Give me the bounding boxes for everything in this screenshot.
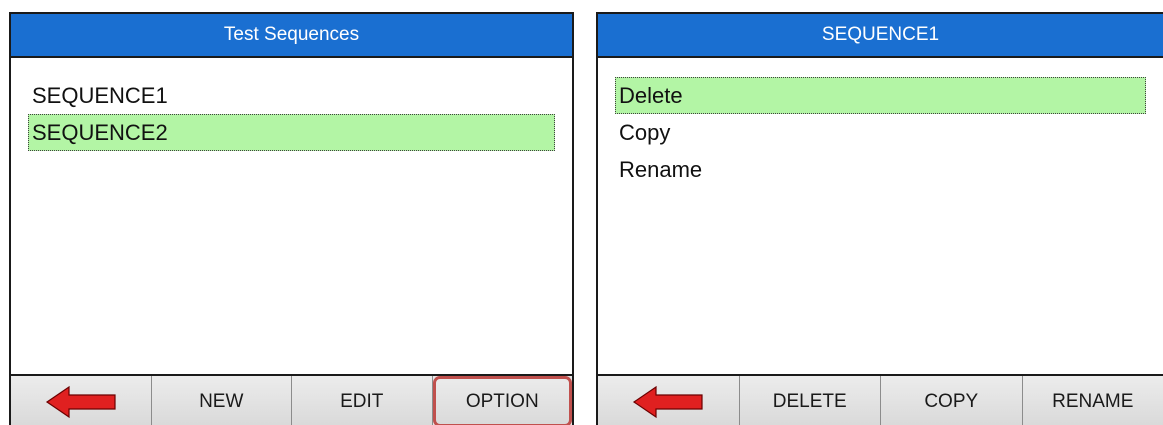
back-button[interactable] [11,376,152,425]
softkey-toolbar: NEW EDIT OPTION [11,374,572,425]
red-left-arrow-icon [633,385,703,418]
option-list: Delete Copy Rename [598,58,1163,188]
copy-button[interactable]: COPY [881,376,1023,425]
list-item-sequence1[interactable]: SEQUENCE1 [28,77,555,114]
delete-button[interactable]: DELETE [739,376,881,425]
test-sequences-screen: Test Sequences SEQUENCE1 SEQUENCE2 NEW E… [9,12,574,425]
list-item-copy[interactable]: Copy [615,114,1146,151]
new-button[interactable]: NEW [151,376,292,425]
sequence-list: SEQUENCE1 SEQUENCE2 [11,58,572,151]
back-button[interactable] [598,376,740,425]
softkey-toolbar: DELETE COPY RENAME [598,374,1163,425]
rename-button[interactable]: RENAME [1022,376,1163,425]
list-item-delete[interactable]: Delete [615,77,1146,114]
screen-title: Test Sequences [11,14,572,58]
edit-button[interactable]: EDIT [292,376,433,425]
screen-title: SEQUENCE1 [598,14,1163,58]
list-item-rename[interactable]: Rename [615,151,1146,188]
option-button[interactable]: OPTION [432,376,572,425]
list-item-sequence2[interactable]: SEQUENCE2 [28,114,555,151]
red-left-arrow-icon [45,385,116,418]
sequence-options-screen: SEQUENCE1 Delete Copy Rename DELETE COPY… [596,12,1163,425]
